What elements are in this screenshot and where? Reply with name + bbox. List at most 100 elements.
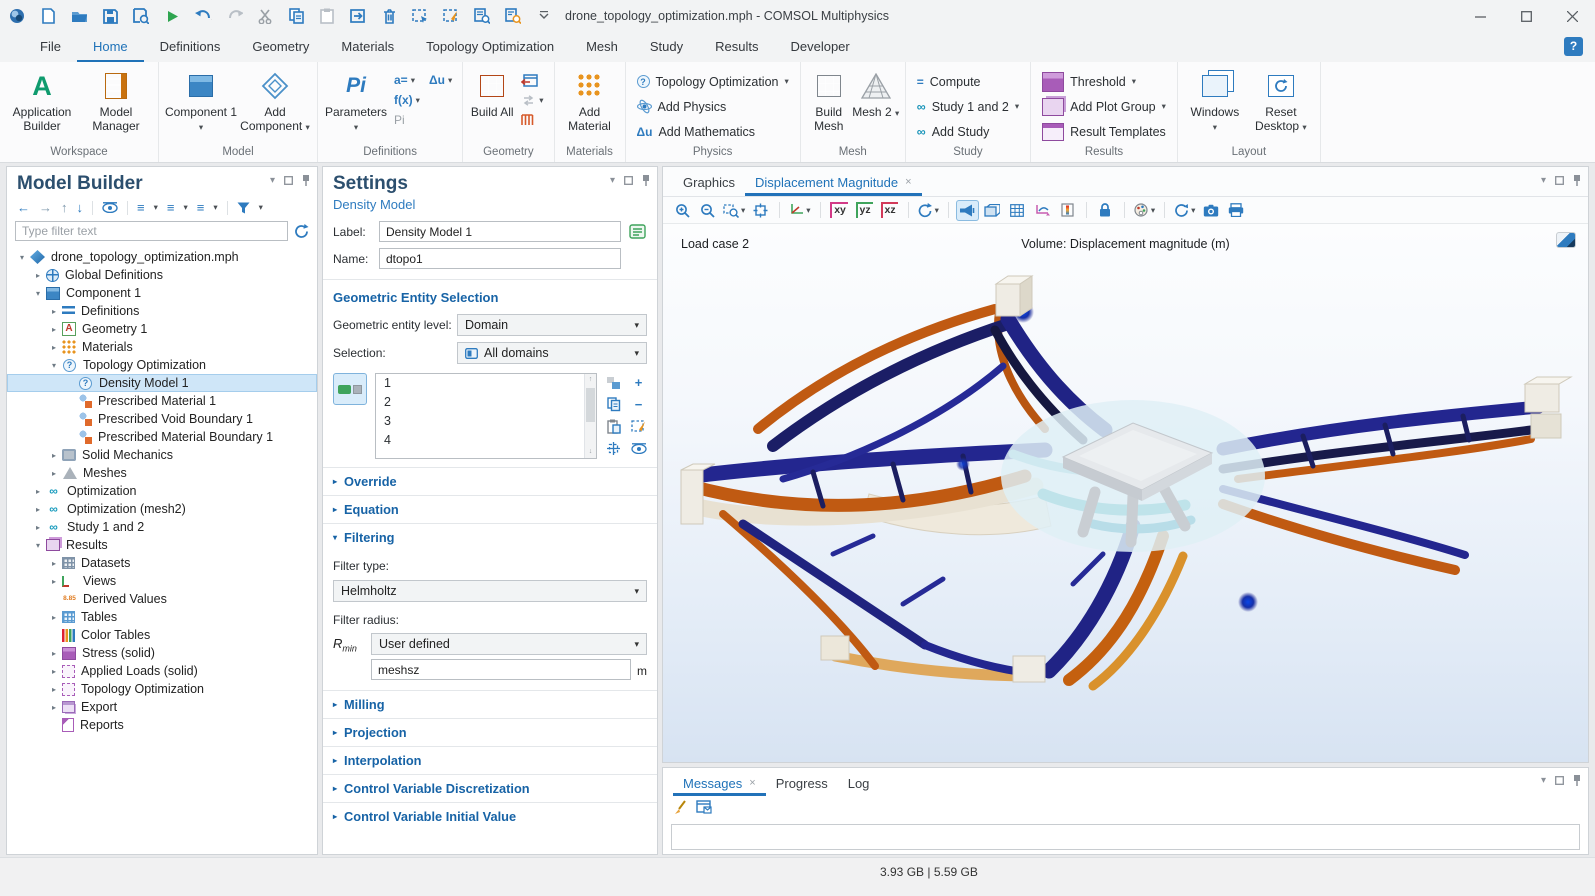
pin-panel-icon[interactable] (642, 175, 650, 186)
clear-selection-icon[interactable] (630, 419, 647, 434)
pin-panel-icon[interactable] (302, 175, 310, 186)
float-panel-icon[interactable] (1555, 776, 1564, 785)
tree-item-geometry-1[interactable]: ▸AGeometry 1 (7, 320, 317, 338)
view-xy-button[interactable]: xy (828, 200, 851, 221)
chevron-collapsed-icon[interactable]: ▸ (47, 469, 61, 478)
plot-canvas[interactable]: Volume: Displacement magnitude (m) Load … (663, 224, 1588, 762)
zoom-to-selection-icon[interactable] (605, 441, 622, 456)
snapshot-icon[interactable] (1199, 200, 1222, 221)
compute-button[interactable]: = Compute (911, 69, 1025, 94)
selection-scrollbar[interactable]: ↑ ↓ (584, 374, 596, 458)
forward-icon[interactable]: → (39, 200, 52, 215)
messages-output-area[interactable] (671, 824, 1580, 850)
study-1-and-2-button[interactable]: ∞ Study 1 and 2 ▾ (911, 94, 1025, 119)
filter-radius-input[interactable] (371, 659, 631, 680)
show-icon[interactable] (102, 202, 118, 213)
back-icon[interactable]: ← (17, 200, 30, 215)
chevron-collapsed-icon[interactable]: ▸ (31, 505, 45, 514)
name-input[interactable] (379, 248, 621, 269)
reset-desktop-button[interactable]: Reset Desktop ▾ (1247, 65, 1315, 134)
close-button[interactable] (1549, 0, 1595, 32)
tree-item-results[interactable]: ▾Results (7, 536, 317, 554)
copy-selection-icon[interactable] (605, 397, 622, 412)
application-builder-button[interactable]: A Application Builder (5, 65, 79, 133)
section-projection[interactable]: ▸Projection (323, 718, 657, 746)
section-equation[interactable]: ▸Equation (323, 495, 657, 523)
add-mathematics-button[interactable]: Δu Add Mathematics (631, 119, 795, 144)
tree-item-optimization[interactable]: ▸∞Optimization (7, 482, 317, 500)
filter-type-dropdown[interactable]: Helmholtz ▾ (333, 580, 647, 602)
parameter-case-button[interactable]: Pi (391, 111, 455, 129)
panel-menu-icon[interactable]: ▾ (1541, 175, 1546, 186)
section-override[interactable]: ▸Override (323, 467, 657, 495)
windows-button[interactable]: Windows▾ (1183, 65, 1247, 134)
select-box-icon[interactable] (411, 7, 429, 25)
import-geometry-icon[interactable] (518, 71, 546, 89)
filter-icon[interactable] (237, 202, 250, 214)
maximize-button[interactable] (1503, 0, 1549, 32)
close-tab-icon[interactable]: × (749, 771, 755, 796)
build-mesh-button[interactable]: Build Mesh (806, 65, 852, 133)
chevron-collapsed-icon[interactable]: ▸ (47, 613, 61, 622)
collapse-all-icon[interactable]: ≡ (167, 200, 175, 215)
chevron-collapsed-icon[interactable]: ▸ (31, 523, 45, 532)
selection-dropdown[interactable]: All domains ▾ (457, 342, 647, 364)
chevron-down-icon[interactable]: ▾ (183, 202, 187, 213)
tree-item-color-tables[interactable]: Color Tables (7, 626, 317, 644)
clear-messages-icon[interactable] (673, 800, 686, 815)
section-milling[interactable]: ▸Milling (323, 690, 657, 718)
tree-item-density-model-1[interactable]: ?Density Model 1 (7, 374, 317, 392)
section-control-variable-initial-value[interactable]: ▸Control Variable Initial Value (323, 802, 657, 830)
panel-menu-icon[interactable]: ▾ (270, 175, 275, 186)
remove-from-selection-icon[interactable]: − (630, 397, 647, 412)
tab-progress[interactable]: Progress (766, 771, 838, 796)
float-panel-icon[interactable] (284, 176, 293, 185)
redo-icon[interactable] (225, 7, 243, 25)
chevron-expanded-icon[interactable]: ▾ (31, 289, 45, 298)
scroll-down-icon[interactable]: ↓ (585, 446, 596, 458)
tree-filter-input[interactable] (15, 221, 288, 241)
selection-active-toggle[interactable] (333, 373, 367, 405)
chevron-expanded-icon[interactable]: ▾ (31, 541, 45, 550)
save-search-icon[interactable] (132, 7, 150, 25)
tree-item-meshes[interactable]: ▸Meshes (7, 464, 317, 482)
selection-item[interactable]: 1 (376, 374, 596, 393)
tab-mesh[interactable]: Mesh (570, 32, 634, 62)
open-file-icon[interactable] (70, 7, 88, 25)
virtual-operations-icon[interactable] (518, 111, 546, 129)
livelink-icon[interactable]: ▾ (518, 91, 546, 109)
close-tab-icon[interactable]: × (905, 169, 911, 196)
selection-item[interactable]: 2 (376, 393, 596, 412)
tree-item-tables[interactable]: ▸Tables (7, 608, 317, 626)
pin-panel-icon[interactable] (1573, 775, 1581, 786)
tab-file[interactable]: File (24, 32, 77, 62)
selection-item[interactable]: 4 (376, 431, 596, 450)
nonlocal-couplings-button[interactable]: Δu▾ (426, 71, 455, 89)
component-1-button[interactable]: Component 1 ▾ (164, 65, 238, 134)
functions-button[interactable]: f(x)▾ (391, 91, 455, 109)
chevron-collapsed-icon[interactable]: ▸ (47, 343, 61, 352)
chevron-collapsed-icon[interactable]: ▸ (47, 325, 61, 334)
create-selection-icon[interactable] (605, 375, 622, 390)
result-templates-button[interactable]: Result Templates (1036, 119, 1172, 144)
panel-menu-icon[interactable]: ▾ (1541, 775, 1546, 786)
chevron-collapsed-icon[interactable]: ▸ (47, 667, 61, 676)
chevron-down-icon[interactable]: ▾ (154, 202, 158, 213)
show-selection-icon[interactable] (630, 441, 647, 456)
zoom-extents-icon[interactable] (749, 200, 772, 221)
panel-menu-icon[interactable]: ▾ (610, 175, 615, 186)
chevron-collapsed-icon[interactable]: ▸ (47, 577, 61, 586)
print-icon[interactable] (1224, 200, 1247, 221)
move-down-icon[interactable]: ↓ (77, 200, 84, 215)
chevron-collapsed-icon[interactable]: ▸ (31, 271, 45, 280)
tree-item-topology-optimization[interactable]: ▾?Topology Optimization (7, 356, 317, 374)
variables-button[interactable]: a=▾ (391, 71, 418, 89)
add-material-button[interactable]: Add Material (560, 65, 620, 133)
zoom-in-icon[interactable] (671, 200, 694, 221)
cut-icon[interactable] (256, 7, 274, 25)
tab-graphics[interactable]: Graphics (673, 169, 745, 196)
tab-results[interactable]: Results (699, 32, 774, 62)
add-to-selection-icon[interactable]: + (630, 375, 647, 390)
tree-item-prescribed-material-1[interactable]: Prescribed Material 1 (7, 392, 317, 410)
physics-interface-button[interactable]: ? Topology Optimization ▾ (631, 69, 795, 94)
